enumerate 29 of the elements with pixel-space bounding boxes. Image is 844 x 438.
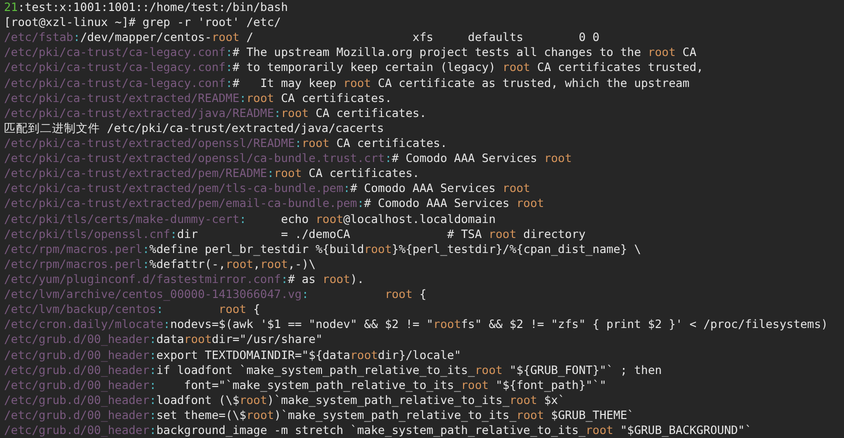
output-line: /etc/grub.d/00_header:export TEXTDOMAINDIR="${data rootdir}/locale" (4, 348, 462, 362)
output-line: /etc/pki/tls/openssl.cnf:dir = ./demoCA # TSA root directory (4, 226, 586, 242)
output-line: /etc/grub.d/00_header:set theme=(\$root)`make_system_path_relative_to_its_root $GRUB_THEME` (4, 408, 634, 423)
output-line: /etc/fstab:/dev/mapper/centos-root / xfs defaults 0 0 (4, 30, 600, 45)
output-line: /etc/rpm/macros.perl:%defattr(-,root,root,-)\ (4, 256, 316, 272)
output-line: /etc/pki/ca-trust/extracted/README:root CA certificates. (4, 90, 392, 106)
output-line: /etc/lvm/backup/centos: root { (4, 302, 260, 317)
output-line: /etc/pki/ca-trust/extracted/pem/email-ca-bundle.pem:# Comodo AAA Services root (4, 196, 544, 212)
output-line: /etc/pki/ca-trust/ca-legacy.conf:# It may keep root CA certificate as trusted, which the upstream (4, 76, 690, 90)
output-line: /etc/rpm/macros.perl:%define perl_br_testdir %{build root}%{perl_testdir}/%{cpan_dist_name} \ (4, 242, 642, 256)
command-prompt: [root@xzl-linux ~]# grep -r 'root' /etc/ (4, 15, 281, 30)
output-line: /etc/pki/ca-trust/extracted/openssl/README:root CA certificates. (4, 136, 448, 151)
output-line: /etc/grub.d/00_header:if loadfont `make_system_path_relative_to_its_root "${GRUB_FONT}"` ; then (4, 362, 662, 378)
output-line: /etc/pki/ca-trust/ca-legacy.conf:# The upstream Mozilla.org project tests all changes to the root CA (4, 45, 696, 60)
output-line: 21:test:x:1001:1001::/home/test:/bin/bash (4, 0, 288, 15)
output-line: /etc/pki/ca-trust/extracted/openssl/ca-bundle.trust.crt:# Comodo AAA Services root (4, 151, 572, 166)
output-line: /etc/pki/ca-trust/extracted/pem/README:root CA certificates. (4, 166, 420, 181)
output-line: /etc/grub.d/00_header:background_image -m stretch `make_system_path_relative_to_its_root "$GRUB_BACKGROUND"` (4, 423, 752, 438)
output-line: /etc/grub.d/00_header:loadfont (\$root)`make_system_path_relative_to_its_root $x` (4, 392, 565, 408)
output-line: /etc/grub.d/00_header: font="`make_system_path_relative_to_its_root "${font_path}"`" (4, 378, 606, 392)
output-line: /etc/yum/pluginconf.d/fastestmirror.conf:# as root). (4, 272, 364, 287)
output-line: /etc/pki/ca-trust/ca-legacy.conf:# to temporarily keep certain (legacy) root CA certificates trusted, (4, 60, 704, 76)
output-line: /etc/pki/tls/certs/make-dummy-cert: echo root@localhost.localdomain (4, 212, 496, 226)
output-line: /etc/pki/ca-trust/extracted/pem/tls-ca-bundle.pem:# Comodo AAA Services root (4, 181, 530, 196)
output-line: /etc/lvm/archive/centos_00000-1413066047.vg: root { (4, 287, 426, 302)
output-line: /etc/grub.d/00_header:data rootdir="/usr/share" (4, 332, 323, 347)
output-line: 匹配到二进制文件 /etc/pki/ca-trust/extracted/java/cacerts (4, 120, 384, 136)
output-line: /etc/pki/ca-trust/extracted/java/README:root CA certificates. (4, 106, 426, 120)
output-line: /etc/cron.daily/mlocate:nodevs=$(awk '$1 == "nodev" && $2 != "rootfs" && $2 != "zfs" { print $2 }' < /proc/filesystems) (4, 317, 828, 332)
